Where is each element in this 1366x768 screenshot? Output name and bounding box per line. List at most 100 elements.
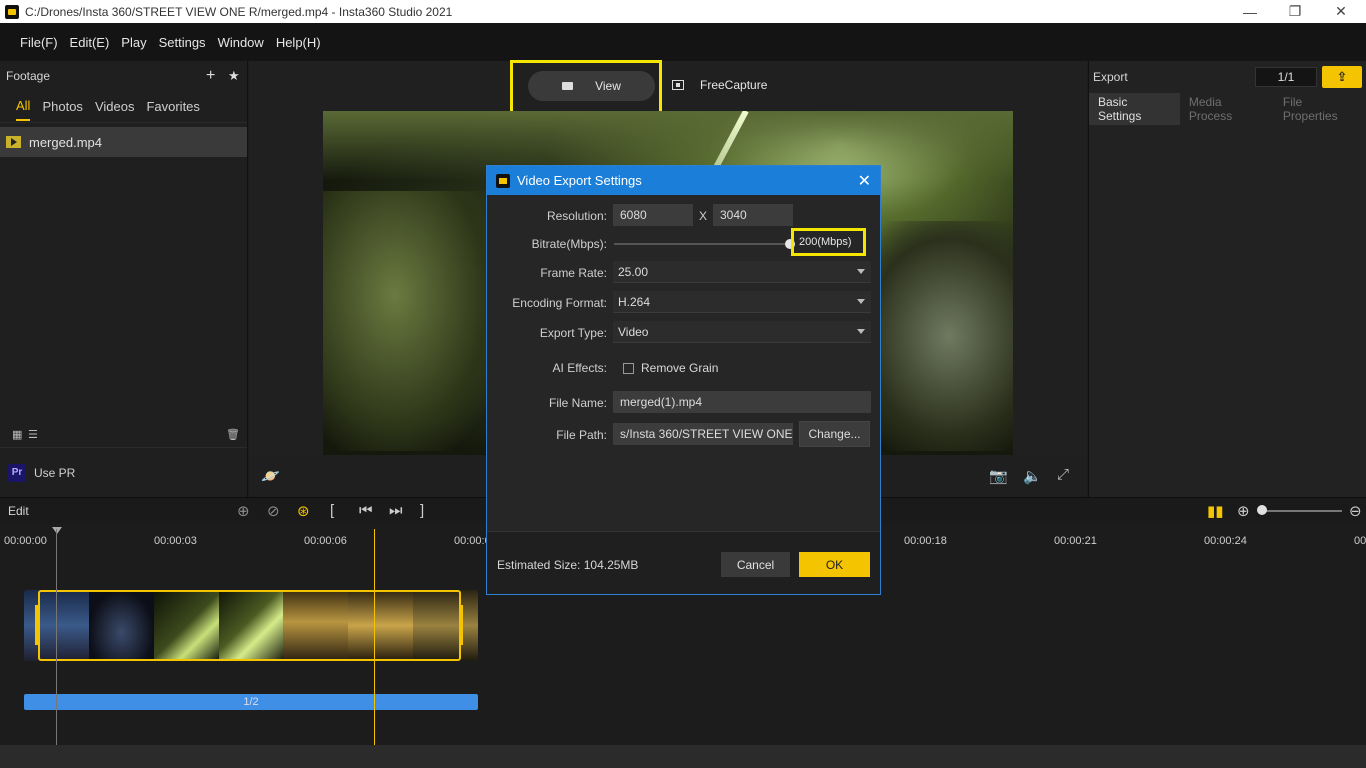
frame-rate-value: 25.00 — [618, 264, 649, 279]
ruler-label: 00:00:21 — [1054, 535, 1097, 547]
file-name: merged.mp4 — [29, 134, 102, 150]
keyframe-icon[interactable]: ⊕ — [237, 502, 250, 520]
ok-button[interactable]: OK — [799, 552, 870, 577]
add-favorite-icon[interactable]: ★ — [228, 69, 240, 83]
close-icon[interactable]: ✕ — [858, 171, 871, 191]
minimize-button[interactable]: — — [1227, 0, 1273, 23]
playhead[interactable] — [56, 529, 57, 745]
freecapture-button[interactable]: FreeCapture — [672, 78, 767, 92]
video-export-dialog: Video Export Settings ✕ Resolution: 6080… — [486, 165, 881, 595]
timeshift-marker[interactable] — [374, 529, 375, 745]
clip-selection[interactable] — [38, 590, 461, 661]
resolution-height-field[interactable]: 3040 — [713, 204, 793, 226]
tab-basic-settings[interactable]: Basic Settings — [1089, 93, 1180, 125]
trim-start-icon[interactable]: [ — [330, 502, 334, 519]
export-type-value: Video — [618, 324, 649, 339]
ruler-label: 00 — [1354, 535, 1366, 547]
timeshift-icon[interactable]: ⊛ — [297, 502, 310, 520]
trim-end-icon[interactable]: ] — [420, 502, 424, 519]
file-path-field[interactable]: s/Insta 360/STREET VIEW ONE R — [613, 423, 793, 445]
add-icon[interactable]: + — [206, 68, 215, 84]
zoom-in-icon[interactable]: ⊕ — [1237, 502, 1250, 520]
encoding-label: Encoding Format: — [512, 296, 607, 310]
clip-trim-handle-left[interactable] — [35, 605, 39, 645]
tab-videos[interactable]: Videos — [95, 93, 135, 120]
restore-button[interactable]: ❐ — [1272, 0, 1318, 23]
footage-tabs: All Photos Videos Favorites — [0, 91, 247, 123]
app-logo-icon — [496, 173, 510, 188]
menu-edit[interactable]: Edit(E) — [64, 35, 116, 50]
footage-panel: Footage + ★ All Photos Videos Favorites … — [0, 61, 248, 497]
menu-window[interactable]: Window — [212, 35, 270, 50]
title-bar: C:/Drones/Insta 360/STREET VIEW ONE R/me… — [0, 0, 1366, 23]
chevron-down-icon — [857, 299, 865, 304]
estimated-size: Estimated Size: 104.25MB — [497, 558, 638, 572]
edit-label: Edit — [8, 504, 29, 518]
clip-trim-handle-right[interactable] — [459, 605, 463, 645]
volume-icon[interactable]: 🔈 — [1023, 467, 1042, 485]
remove-grain-checkbox[interactable] — [623, 363, 634, 374]
freecapture-label: FreeCapture — [700, 78, 768, 92]
menu-help[interactable]: Help(H) — [270, 35, 327, 50]
menu-play[interactable]: Play — [115, 35, 152, 50]
tab-all[interactable]: All — [16, 92, 31, 121]
camera-icon[interactable]: 📷 — [989, 467, 1008, 485]
tab-photos[interactable]: Photos — [42, 93, 82, 120]
list-item[interactable]: merged.mp4 — [0, 127, 247, 157]
status-bar — [0, 745, 1366, 768]
change-path-button[interactable]: Change... — [799, 421, 870, 447]
freecapture-icon — [672, 80, 684, 90]
ruler-label: 00:00:18 — [904, 535, 947, 547]
fullscreen-icon[interactable]: ⤢ — [1057, 466, 1069, 483]
dialog-footer: Estimated Size: 104.25MB Cancel OK — [487, 531, 880, 594]
ruler-label: 00:00:00 — [4, 535, 47, 547]
playhead-marker[interactable] — [52, 527, 62, 534]
menu-bar: File(F) Edit(E) Play Settings Window Hel… — [0, 23, 1366, 61]
tab-favorites[interactable]: Favorites — [146, 93, 199, 120]
planet-icon[interactable]: 🪐 — [261, 467, 280, 485]
use-pr-label: Use PR — [34, 465, 76, 480]
resolution-separator: X — [699, 209, 708, 223]
close-window-button[interactable]: ✕ — [1318, 0, 1364, 23]
ai-effects-label: AI Effects: — [552, 361, 607, 375]
menu-file[interactable]: File(F) — [14, 35, 64, 50]
file-name-field[interactable]: merged(1).mp4 — [613, 391, 871, 413]
zoom-slider-knob[interactable] — [1257, 505, 1267, 515]
bitrate-highlight-box — [791, 228, 866, 256]
cancel-button[interactable]: Cancel — [721, 552, 790, 577]
trash-icon[interactable]: 🗑 — [226, 428, 240, 441]
speed-icon[interactable]: ⊘ — [267, 502, 280, 520]
remove-grain-label: Remove Grain — [641, 361, 719, 375]
view-highlight-box — [510, 60, 662, 115]
dialog-title: Video Export Settings — [517, 173, 642, 188]
prev-frame-icon[interactable]: ⏮ — [359, 502, 373, 519]
menu-settings[interactable]: Settings — [153, 35, 212, 50]
zoom-out-icon[interactable]: ⊖ — [1349, 502, 1362, 520]
footage-title: Footage — [6, 69, 51, 83]
encoding-select[interactable]: H.264 — [613, 291, 871, 313]
grid-view-icon[interactable]: ▦ — [12, 428, 22, 441]
resolution-label: Resolution: — [546, 209, 607, 223]
chevron-down-icon — [857, 329, 865, 334]
zoom-slider[interactable] — [1262, 510, 1342, 512]
app-logo-icon — [5, 4, 19, 19]
export-button[interactable]: ⇪ — [1322, 66, 1362, 88]
premiere-icon: Pr — [8, 463, 26, 482]
bitrate-slider[interactable] — [614, 243, 790, 245]
tab-media-process[interactable]: Media Process — [1180, 93, 1274, 125]
tab-file-properties[interactable]: File Properties — [1274, 93, 1366, 125]
export-type-select[interactable]: Video — [613, 321, 871, 343]
estimated-size-label: Estimated Size: — [497, 558, 581, 572]
list-view-icon[interactable]: ☰ — [28, 428, 38, 441]
next-frame-icon[interactable]: ⏭ — [389, 502, 403, 519]
export-title: Export — [1093, 70, 1128, 84]
use-pr-row[interactable]: Pr Use PR — [0, 447, 247, 497]
file-path-label: File Path: — [556, 428, 607, 442]
split-icon[interactable]: ▮▮ — [1207, 502, 1224, 520]
frame-rate-select[interactable]: 25.00 — [613, 261, 871, 283]
encoding-value: H.264 — [618, 294, 651, 309]
ruler-label: 00:00:24 — [1204, 535, 1247, 547]
frame-rate-label: Frame Rate: — [540, 266, 607, 280]
dialog-title-bar: Video Export Settings ✕ — [487, 166, 880, 195]
resolution-width-field[interactable]: 6080 — [613, 204, 693, 226]
